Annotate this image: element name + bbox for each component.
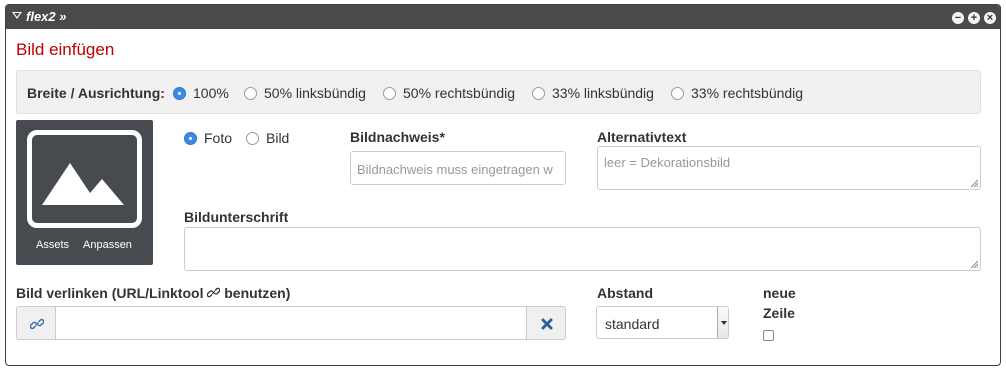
alt-text-label: Alternativtext	[597, 129, 687, 145]
radio-icon[interactable]	[383, 86, 396, 100]
width-option-33-left[interactable]: 33% linksbündig	[532, 85, 654, 101]
radio-icon[interactable]	[244, 86, 257, 100]
panel-title: flex2 »	[26, 9, 67, 24]
link-icon	[30, 318, 44, 330]
type-option-bild[interactable]: Bild	[246, 130, 289, 146]
width-alignment-label: Breite / Ausrichtung:	[27, 85, 165, 101]
panel-titlebar: flex2 » − + ×	[6, 5, 1000, 29]
linktool-button[interactable]	[16, 306, 56, 340]
new-line-label-1: neue	[763, 285, 796, 301]
caption-input[interactable]	[184, 227, 981, 271]
image-preview[interactable]: Assets Anpassen	[16, 120, 153, 265]
link-icon	[207, 287, 221, 298]
type-option-foto[interactable]: Foto	[184, 130, 232, 146]
radio-selected-icon[interactable]	[184, 131, 197, 145]
spacing-select[interactable]: standard	[596, 306, 729, 339]
width-option-33-right[interactable]: 33% rechtsbündig	[671, 85, 803, 101]
radio-icon[interactable]	[671, 86, 684, 100]
clear-link-button[interactable]	[526, 306, 566, 340]
credit-label: Bildnachweis*	[350, 129, 445, 145]
assets-link[interactable]: Assets	[36, 239, 69, 251]
width-option-100[interactable]: 100%	[173, 85, 229, 101]
spacing-label: Abstand	[597, 285, 653, 301]
minimize-button[interactable]: −	[952, 12, 964, 24]
credit-placeholder: Bildnachweis muss eingetragen w	[357, 162, 553, 177]
radio-selected-icon[interactable]	[173, 86, 186, 100]
clear-icon	[541, 318, 553, 330]
image-placeholder-icon	[27, 130, 142, 228]
width-option-50-left[interactable]: 50% linksbündig	[244, 85, 366, 101]
credit-input[interactable]: Bildnachweis muss eingetragen w	[350, 151, 566, 185]
radio-icon[interactable]	[246, 131, 259, 145]
alt-text-input[interactable]: leer = Dekorationsbild	[597, 146, 981, 190]
add-button[interactable]: +	[968, 12, 980, 24]
link-input-group	[16, 306, 566, 340]
resize-grip-icon[interactable]	[970, 260, 978, 268]
new-line-label-2: Zeile	[763, 305, 795, 321]
chevron-down-icon[interactable]	[717, 307, 728, 338]
spacing-value: standard	[605, 316, 660, 332]
width-option-50-right[interactable]: 50% rechtsbündig	[383, 85, 515, 101]
new-line-checkbox[interactable]	[763, 330, 774, 341]
collapse-toggle-icon[interactable]	[12, 12, 22, 19]
link-url-input[interactable]	[55, 306, 527, 340]
caption-label: Bildunterschrift	[184, 209, 289, 225]
page-title: Bild einfügen	[16, 40, 115, 59]
link-label: Bild verlinken (URL/Linktool benutzen)	[16, 285, 291, 301]
adjust-link[interactable]: Anpassen	[83, 239, 132, 251]
close-button[interactable]: ×	[984, 12, 996, 24]
alt-text-placeholder: leer = Dekorationsbild	[604, 155, 731, 170]
radio-icon[interactable]	[532, 86, 545, 100]
resize-grip-icon[interactable]	[970, 179, 978, 187]
width-alignment-bar: Breite / Ausrichtung: 100% 50% linksbünd…	[16, 70, 981, 114]
